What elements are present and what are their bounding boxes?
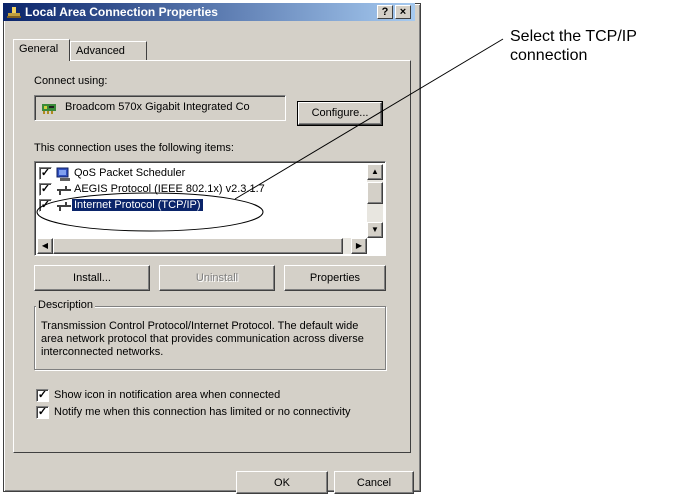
description-legend: Description	[36, 299, 96, 311]
notify-label[interactable]: Notify me when this connection has limit…	[54, 406, 351, 418]
scroll-thumb-horizontal[interactable]	[53, 238, 343, 254]
scroll-left-button[interactable]: ◀	[37, 238, 53, 254]
show-icon-checkbox[interactable]: ✓	[36, 389, 49, 402]
ok-button[interactable]: OK	[236, 471, 328, 494]
protocol-icon	[56, 182, 72, 198]
tab-advanced[interactable]: Advanced	[70, 41, 147, 61]
qos-checkbox[interactable]: ✓	[39, 167, 52, 180]
protocol-icon	[56, 198, 72, 214]
adapter-name: Broadcom 570x Gigabit Integrated Co	[65, 101, 250, 113]
list-item-tcpip[interactable]: ✓ Internet Protocol (TCP/IP)	[35, 198, 385, 214]
scheduler-icon	[56, 166, 72, 182]
help-button[interactable]: ?	[377, 5, 393, 19]
list-item-label: Internet Protocol (TCP/IP)	[72, 199, 203, 211]
install-button-label: Install...	[73, 272, 111, 284]
configure-button-text: Configure...	[311, 107, 369, 119]
uninstall-button-label: Uninstall	[195, 272, 239, 284]
properties-button-label: Properties	[309, 272, 361, 284]
ok-button-label: OK	[274, 477, 290, 489]
items-list-label: This connection uses the following items…	[34, 142, 234, 154]
horizontal-scrollbar[interactable]: ◀ ▶	[37, 238, 367, 254]
show-icon-label[interactable]: Show icon in notification area when conn…	[54, 389, 280, 401]
adapter-field: Broadcom 570x Gigabit Integrated Co	[34, 95, 286, 121]
items-list[interactable]: ✓ QoS Packet Scheduler ✓ AEGIS Protocol …	[34, 161, 386, 256]
list-item-label: AEGIS Protocol (IEEE 802.1x) v2.3.1.7	[74, 183, 265, 195]
title-bar[interactable]: Local Area Connection Properties ? ×	[3, 3, 415, 21]
annotation-text: Select the TCP/IP connection	[510, 28, 637, 64]
configure-button[interactable]: Configure...	[297, 101, 383, 126]
cancel-button[interactable]: Cancel	[334, 471, 414, 494]
tcpip-checkbox[interactable]: ✓	[39, 199, 52, 212]
scroll-up-button[interactable]: ▲	[367, 164, 383, 180]
window-title: Local Area Connection Properties	[25, 5, 218, 19]
network-adapter-icon	[41, 101, 57, 115]
list-item-qos[interactable]: ✓ QoS Packet Scheduler	[35, 166, 385, 182]
vertical-scrollbar[interactable]: ▲ ▼	[367, 164, 383, 238]
cancel-button-label: Cancel	[356, 477, 392, 489]
scroll-right-button[interactable]: ▶	[351, 238, 367, 254]
scroll-thumb[interactable]	[367, 182, 383, 204]
aegis-checkbox[interactable]: ✓	[39, 183, 52, 196]
list-item-label: QoS Packet Scheduler	[74, 167, 186, 179]
properties-button[interactable]: Properties	[284, 265, 386, 291]
network-connection-icon	[6, 4, 22, 20]
uninstall-button[interactable]: Uninstall	[159, 265, 275, 291]
tab-general[interactable]: General	[13, 39, 70, 61]
scroll-down-button[interactable]: ▼	[367, 222, 383, 238]
notify-checkbox[interactable]: ✓	[36, 406, 49, 419]
list-item-aegis[interactable]: ✓ AEGIS Protocol (IEEE 802.1x) v2.3.1.7	[35, 182, 385, 198]
install-button[interactable]: Install...	[34, 265, 150, 291]
connect-using-label: Connect using:	[34, 75, 108, 87]
close-button[interactable]: ×	[395, 5, 411, 19]
description-text: Transmission Control Protocol/Internet P…	[41, 320, 364, 358]
